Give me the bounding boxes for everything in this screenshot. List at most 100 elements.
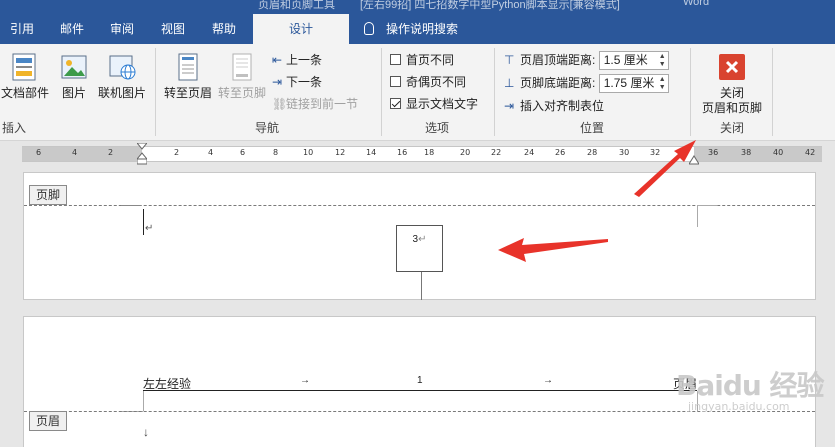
watermark-url: jingyan.baidu.com: [688, 400, 790, 413]
paragraph-mark: ↵: [418, 234, 427, 245]
margin-corner-mark: [143, 391, 144, 411]
doc-parts-button[interactable]: 文档部件: [0, 52, 50, 101]
ruler-tick: 8: [273, 148, 279, 157]
watermark-logo: Baidu 经验: [676, 369, 825, 402]
tell-me-search[interactable]: 操作说明搜索: [360, 14, 468, 44]
ruler-tick: 40: [773, 148, 784, 157]
header-tag: 页眉: [29, 411, 68, 431]
close-label-line1: 关闭: [719, 86, 744, 100]
left-indent-marker[interactable]: [135, 142, 149, 165]
options-group-label: 选项: [424, 121, 449, 135]
ruler-tick: 36: [708, 148, 719, 157]
previous-label: 上一条: [286, 53, 323, 67]
spin-down-icon[interactable]: ▼: [659, 84, 666, 92]
different-first-page-checkbox[interactable]: 首页不同: [390, 50, 454, 70]
app-name: Word: [683, 0, 710, 8]
header-position-icon: ⊤: [504, 53, 515, 67]
header-underline: [143, 390, 697, 391]
ruler-tick: 6: [240, 148, 246, 157]
next-icon: ⇥: [272, 75, 283, 89]
close-header-footer-button[interactable]: 关闭 页眉和页脚: [696, 54, 768, 116]
tab-references[interactable]: 引用: [0, 14, 44, 44]
ruler-tick: 42: [805, 148, 816, 157]
link-icon: ⛓: [272, 97, 288, 111]
spin-up-icon[interactable]: ▲: [659, 76, 666, 84]
footer-bottom-distance: ⊥ 页脚底端距离: 1.75 厘米 ▲ ▼: [504, 73, 669, 94]
picture-label: 图片: [61, 86, 86, 100]
ribbon: 文档部件 图片 联机图片 插入 转至页眉 转至页脚 ⇤ 上一条 ⇥ 下一条 ⛓链接到…: [0, 44, 835, 141]
tab-arrow: →: [543, 375, 553, 386]
goto-header-icon: [174, 52, 202, 82]
ruler-tick: 2: [174, 148, 180, 157]
ruler-tick: 18: [424, 148, 435, 157]
header-top-label: 页眉顶端距离:: [520, 53, 596, 67]
show-document-text-checkbox[interactable]: 显示文档文字: [390, 94, 478, 114]
different-first-page-label: 首页不同: [406, 53, 455, 67]
footer-bottom-spinner[interactable]: 1.75 厘米 ▲ ▼: [598, 74, 669, 94]
horizontal-ruler[interactable]: 6 4 2 2 4 6 8 10 12 14 16 18 20 22 24 26…: [22, 142, 822, 165]
doc-parts-label: 文档部件: [0, 86, 49, 100]
page-number-box[interactable]: 3↵: [396, 225, 443, 272]
ruler-tick: 10: [303, 148, 314, 157]
next-label: 下一条: [286, 75, 323, 89]
close-icon: [719, 54, 745, 80]
group-divider: [155, 48, 156, 136]
footer-bottom-value: 1.75 厘米: [603, 76, 655, 91]
margin-corner-mark: [121, 205, 141, 219]
picture-button[interactable]: 图片: [54, 52, 94, 101]
tab-review[interactable]: 审阅: [100, 14, 144, 44]
document-parts-icon: [11, 52, 39, 82]
annotation-arrow-icon: [498, 238, 608, 262]
ruler-tick: 6: [36, 148, 42, 157]
group-divider: [690, 48, 691, 136]
ruler-tick: 28: [587, 148, 598, 157]
ruler-tick: 22: [491, 148, 502, 157]
close-label-line2: 页眉和页脚: [701, 101, 762, 115]
ruler-tick: 4: [208, 148, 214, 157]
tab-mailings[interactable]: 邮件: [50, 14, 94, 44]
goto-footer-button[interactable]: 转至页脚: [216, 52, 268, 101]
title-tab-bar: 页眉和页脚工具 [左右99招] 四七招数字中型Python脚本显示[兼容模式] …: [0, 0, 835, 44]
position-group-label: 位置: [579, 121, 604, 135]
online-picture-icon: [108, 52, 136, 82]
document-title: [左右99招] 四七招数字中型Python脚本显示[兼容模式]: [360, 0, 620, 11]
tell-me-label: 操作说明搜索: [386, 22, 459, 36]
footer-tag: 页脚: [29, 185, 68, 205]
tab-arrow: →: [300, 375, 310, 386]
header-top-distance: ⊤ 页眉顶端距离: 1.5 厘米 ▲ ▼: [504, 50, 669, 71]
context-tab-label: 页眉和页脚工具: [258, 0, 335, 11]
text-cursor: [143, 209, 144, 235]
margin-corner-mark: [697, 205, 698, 227]
header-center-text: 1: [417, 375, 423, 386]
footer-position-icon: ⊥: [504, 76, 515, 90]
tab-help[interactable]: 帮助: [202, 14, 246, 44]
group-divider: [494, 48, 495, 136]
goto-header-button[interactable]: 转至页眉: [162, 52, 214, 101]
spin-up-icon[interactable]: ▲: [659, 53, 666, 61]
navigation-group-label: 导航: [254, 121, 279, 135]
anchor-line: [421, 272, 422, 300]
insert-group-label: 插入: [1, 121, 26, 135]
link-to-previous-label: 链接到前一节: [286, 97, 359, 111]
checkmark-icon: [390, 98, 401, 109]
ruler-tick: 38: [741, 148, 752, 157]
checkbox-icon: [390, 54, 401, 65]
ruler-tick: 12: [335, 148, 346, 157]
tab-design[interactable]: 设计: [253, 14, 349, 44]
spin-down-icon[interactable]: ▼: [659, 61, 666, 69]
header-top-spinner[interactable]: 1.5 厘米 ▲ ▼: [598, 51, 669, 71]
different-odd-even-checkbox[interactable]: 奇偶页不同: [390, 72, 466, 92]
show-document-text-label: 显示文档文字: [406, 97, 479, 111]
link-to-previous-button[interactable]: ⛓链接到前一节: [272, 94, 358, 114]
ruler-tick: 26: [555, 148, 566, 157]
online-picture-button[interactable]: 联机图片: [94, 52, 150, 101]
previous-button[interactable]: ⇤ 上一条: [272, 50, 322, 70]
online-picture-label: 联机图片: [97, 86, 146, 100]
header-top-value: 1.5 厘米: [603, 53, 648, 68]
next-button[interactable]: ⇥ 下一条: [272, 72, 322, 92]
group-divider: [772, 48, 773, 136]
lightbulb-icon: [364, 22, 374, 35]
goto-footer-icon: [228, 52, 256, 82]
tab-view[interactable]: 视图: [151, 14, 195, 44]
insert-alignment-tab-button[interactable]: ⇥ 插入对齐制表位: [504, 96, 604, 116]
